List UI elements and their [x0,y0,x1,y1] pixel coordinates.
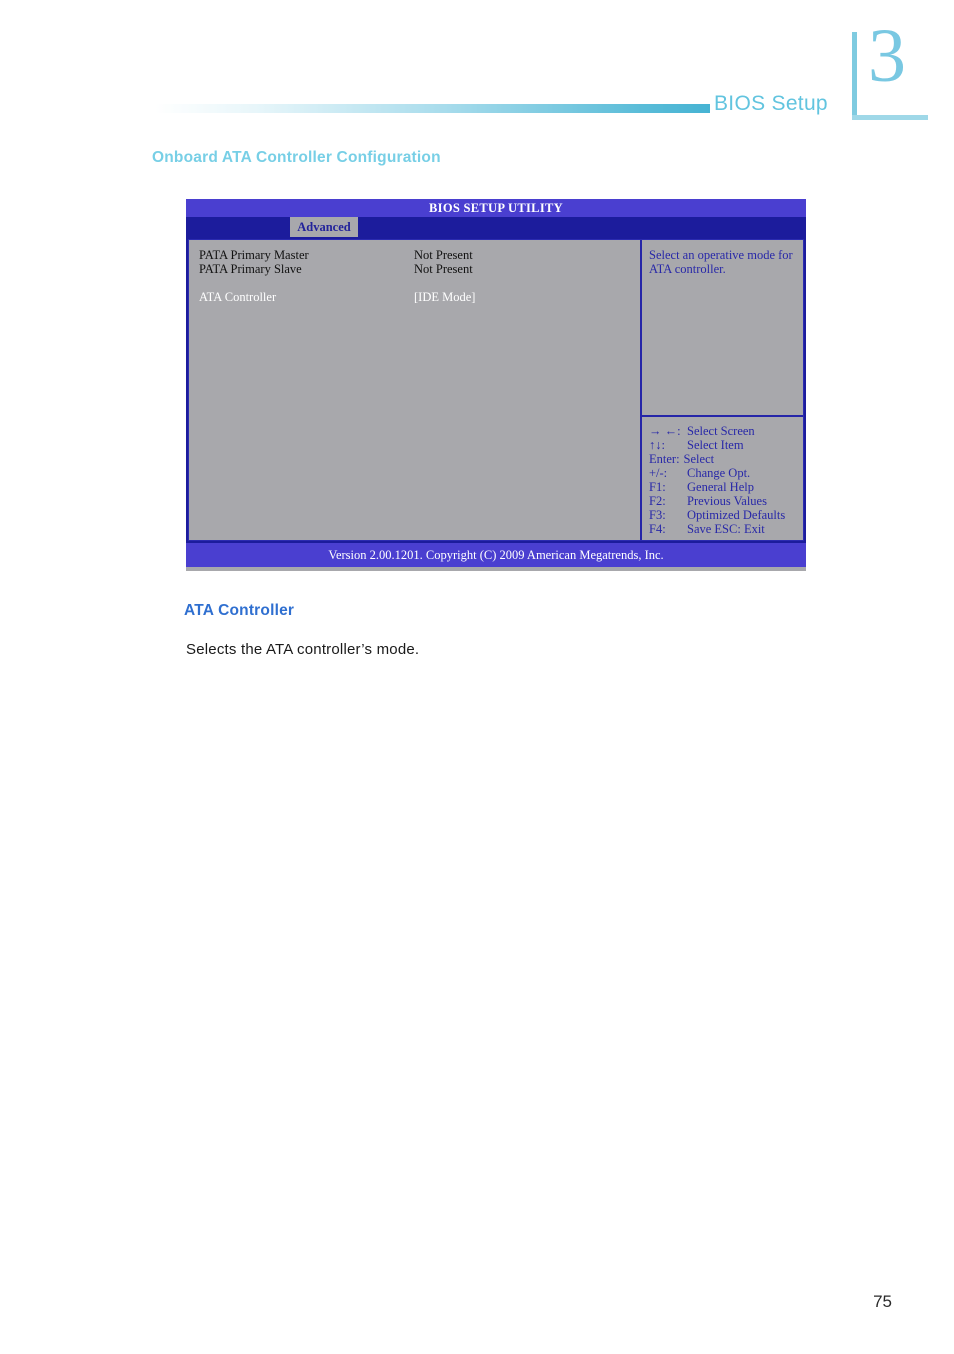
setting-row-pata-primary-slave[interactable]: PATA Primary Slave Not Present [199,262,639,276]
legend-value: Select [683,452,715,466]
legend-key: Enter: [649,452,680,466]
setting-label: PATA Primary Slave [199,262,302,276]
legend-key: F1: [649,480,666,494]
setting-label: ATA Controller [199,290,277,304]
page-header: 3 BIOS Setup [0,0,954,140]
legend-item-enter-select: Enter: Select [649,452,797,466]
header-title: BIOS Setup [714,92,828,115]
legend-item-general-help: F1: General Help [649,480,797,494]
page-number: 75 [873,1292,892,1311]
setting-value: [IDE Mode] [414,290,476,304]
legend-value: Select Screen [687,424,755,438]
bios-settings-list: PATA Primary Master Not Present PATA Pri… [189,240,639,540]
tab-advanced[interactable]: Advanced [290,217,358,237]
legend-value: Select Item [687,438,744,452]
bios-setup-window: BIOS SETUP UTILITY Advanced PATA Primary… [186,199,806,571]
legend-key: F4: [649,522,666,536]
legend-key: F2: [649,494,666,508]
setting-value: Not Present [414,262,473,276]
legend-key: → ←: [649,424,681,438]
bios-body-inner: PATA Primary Master Not Present PATA Pri… [188,239,804,541]
bios-help-text: Select an operative mode for ATA control… [649,248,793,276]
body-description: Selects the ATA controller’s mode. [186,641,420,658]
legend-value: Change Opt. [687,466,751,480]
setting-row-pata-primary-master[interactable]: PATA Primary Master Not Present [199,248,639,262]
section-title: Onboard ATA Controller Configuration [152,149,441,166]
legend-item-save-exit: F4: Save ESC: Exit [649,522,797,536]
subheading-ata-controller: ATA Controller [184,602,295,619]
legend-value: General Help [687,480,754,494]
bios-version-footer: Version 2.00.1201. Copyright (C) 2009 Am… [186,543,806,567]
legend-value: Optimized Defaults [687,508,786,522]
legend-key: ↑↓: [649,438,665,452]
legend-item-select-item: ↑↓: Select Item [649,438,797,452]
bios-side-panel: Select an operative mode for ATA control… [640,240,803,540]
bios-body: PATA Primary Master Not Present PATA Pri… [186,237,806,543]
bios-tab-bar: Advanced [186,217,806,237]
setting-value: Not Present [414,248,473,262]
setting-label: PATA Primary Master [199,248,309,262]
legend-key: F3: [649,508,666,522]
legend-item-previous-values: F2: Previous Values [649,494,797,508]
chapter-number: 3 [868,14,906,98]
legend-value: Save ESC: Exit [687,522,765,536]
legend-item-change-opt: +/-: Change Opt. [649,466,797,480]
chapter-marker: 3 [852,18,928,120]
legend-item-select-screen: → ←: Select Screen [649,424,797,438]
setting-row-ata-controller[interactable]: ATA Controller [IDE Mode] [199,290,639,304]
legend-key: +/-: [649,466,668,480]
bios-key-legend: → ←: Select Screen ↑↓: Select Item Enter… [642,415,803,536]
chapter-bracket-vertical [852,32,857,120]
settings-spacer [199,276,639,290]
legend-value: Previous Values [687,494,767,508]
legend-item-optimized-defaults: F3: Optimized Defaults [649,508,797,522]
chapter-bracket-horizontal [852,115,928,120]
header-gradient-rule [155,104,710,113]
bios-window-title: BIOS SETUP UTILITY [186,199,806,217]
